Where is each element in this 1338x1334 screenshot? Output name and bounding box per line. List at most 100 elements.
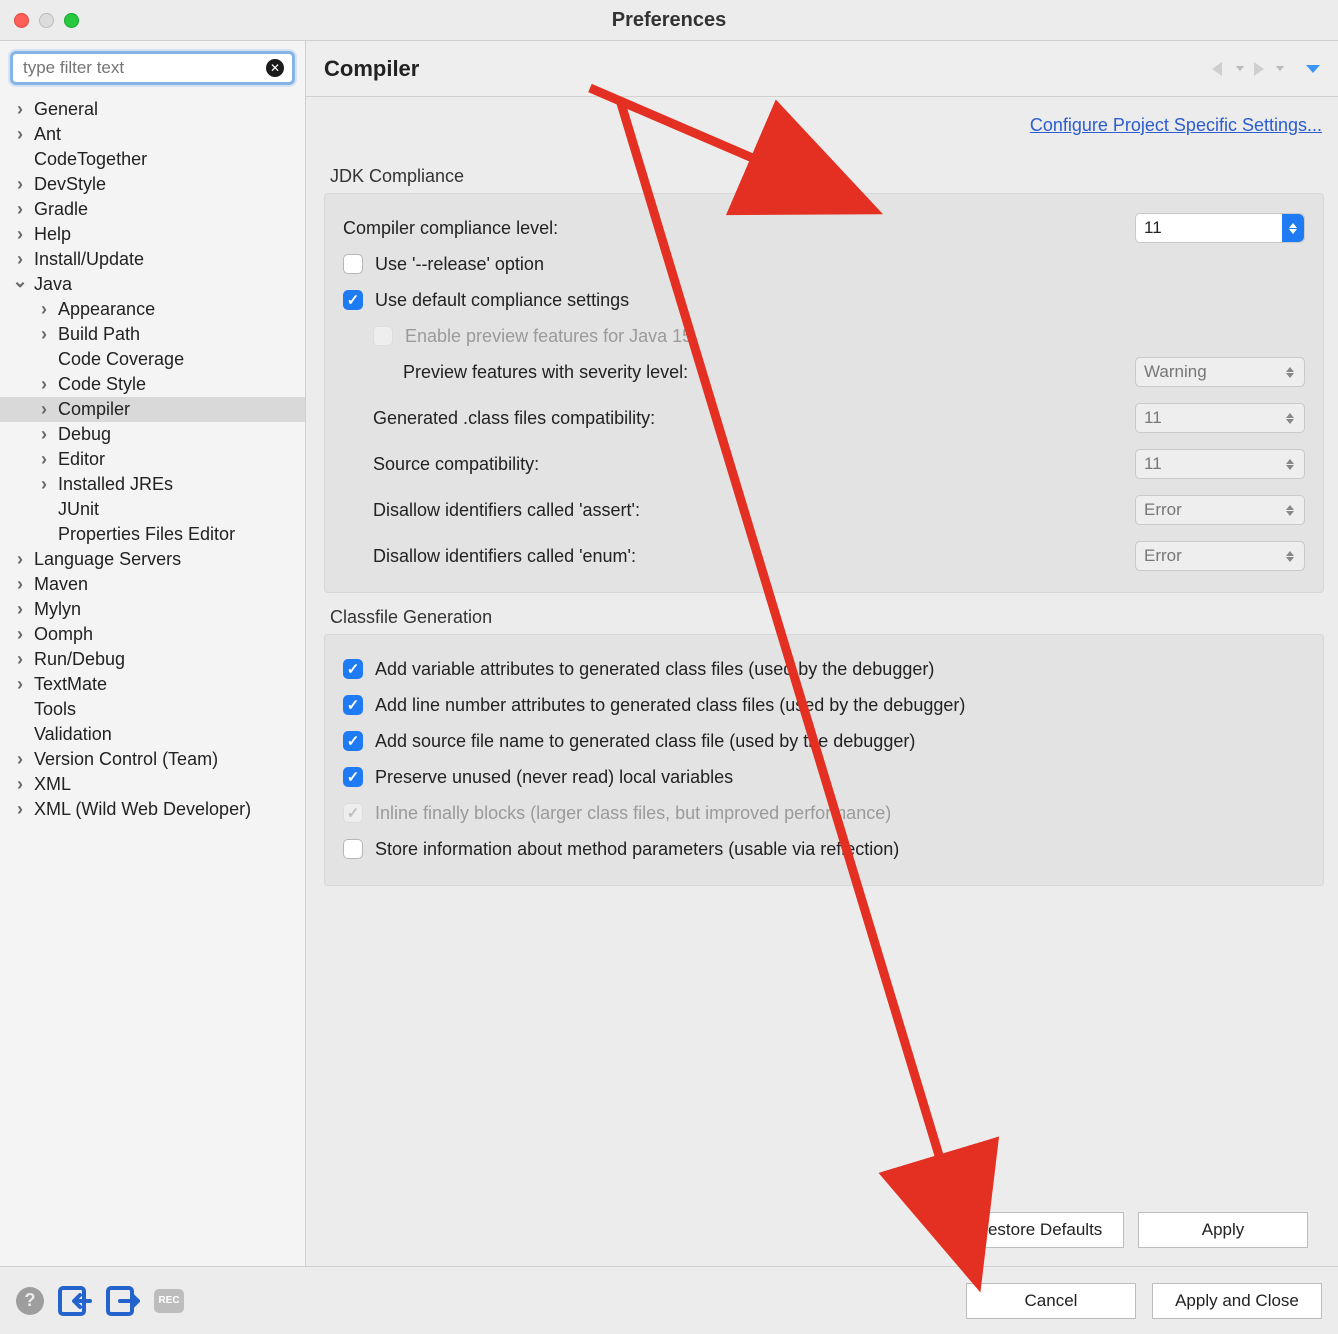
tree-item-label: Maven [34,574,88,595]
tree-item[interactable]: XML [0,772,305,797]
expand-icon[interactable] [36,399,52,420]
source-attr-checkbox[interactable] [343,731,363,751]
export-icon[interactable] [106,1286,140,1316]
tree-item[interactable]: Ant [0,122,305,147]
back-menu-icon[interactable] [1236,66,1244,71]
restore-defaults-button[interactable]: Restore Defaults [954,1212,1124,1248]
tree-item[interactable]: Language Servers [0,547,305,572]
window-title: Preferences [0,9,1338,32]
tree-item-label: General [34,99,98,120]
tree-item[interactable]: Appearance [0,297,305,322]
tree-item[interactable]: Installed JREs [0,472,305,497]
expand-icon[interactable] [12,599,28,620]
tree-item-label: Tools [34,699,76,720]
tree-item[interactable]: Build Path [0,322,305,347]
expand-icon[interactable] [12,99,28,120]
apply-button[interactable]: Apply [1138,1212,1308,1248]
tree-item[interactable]: Maven [0,572,305,597]
tree-item[interactable]: Tools [0,697,305,722]
help-icon[interactable]: ? [16,1287,44,1315]
expand-icon[interactable] [36,449,52,470]
tree-item-label: Compiler [58,399,130,420]
expand-icon[interactable] [12,799,28,820]
source-attr-label: Add source file name to generated class … [375,731,915,752]
expand-icon[interactable] [12,274,28,295]
severity-select: Warning [1135,357,1305,387]
expand-icon[interactable] [12,124,28,145]
severity-value: Warning [1144,362,1207,382]
tree-item-label: Ant [34,124,61,145]
tree-item[interactable]: TextMate [0,672,305,697]
gen-class-select: 11 [1135,403,1305,433]
tree-item[interactable]: Properties Files Editor [0,522,305,547]
expand-icon[interactable] [36,299,52,320]
expand-icon[interactable] [12,199,28,220]
filter-input-wrap[interactable]: ✕ [10,51,295,85]
expand-icon[interactable] [36,424,52,445]
tree-item[interactable]: Oomph [0,622,305,647]
back-icon[interactable] [1208,60,1230,78]
tree-item[interactable]: Java [0,272,305,297]
tree-item[interactable]: General [0,97,305,122]
tree-item[interactable]: Mylyn [0,597,305,622]
tree-item[interactable]: Version Control (Team) [0,747,305,772]
filter-input[interactable] [21,57,266,79]
tree-item-label: Properties Files Editor [58,524,235,545]
tree-item[interactable]: Validation [0,722,305,747]
expand-icon[interactable] [36,374,52,395]
line-attr-checkbox[interactable] [343,695,363,715]
project-settings-link[interactable]: Configure Project Specific Settings... [1030,115,1322,135]
cancel-button[interactable]: Cancel [966,1283,1136,1319]
expand-icon[interactable] [36,324,52,345]
expand-icon[interactable] [12,549,28,570]
tree-item[interactable]: DevStyle [0,172,305,197]
tree-item[interactable]: Code Style [0,372,305,397]
tree-item[interactable]: Editor [0,447,305,472]
tree-item[interactable]: Compiler [0,397,305,422]
preferences-tree[interactable]: General AntCodeTogetherDevStyleGradleHelp… [0,93,305,1266]
tree-item[interactable]: XML (Wild Web Developer) [0,797,305,822]
default-compliance-checkbox[interactable] [343,290,363,310]
var-attr-label: Add variable attributes to generated cla… [375,659,934,680]
import-icon[interactable] [58,1286,92,1316]
tree-item-label: Version Control (Team) [34,749,218,770]
preserve-unused-checkbox[interactable] [343,767,363,787]
tree-item[interactable]: Debug [0,422,305,447]
tree-item[interactable]: Gradle [0,197,305,222]
tree-item[interactable]: Run/Debug [0,647,305,672]
classfile-group-label: Classfile Generation [330,607,1324,628]
expand-icon[interactable] [12,174,28,195]
tree-item-label: Run/Debug [34,649,125,670]
tree-item-label: Oomph [34,624,93,645]
var-attr-checkbox[interactable] [343,659,363,679]
tree-item[interactable]: CodeTogether [0,147,305,172]
tree-item[interactable]: Install/Update [0,247,305,272]
expand-icon[interactable] [12,774,28,795]
jdk-group-label: JDK Compliance [330,166,1324,187]
release-option-checkbox[interactable] [343,254,363,274]
forward-menu-icon[interactable] [1276,66,1284,71]
expand-icon[interactable] [12,674,28,695]
compliance-level-select[interactable]: 11 [1135,213,1305,243]
record-icon[interactable]: REC [154,1289,184,1313]
inline-finally-label: Inline finally blocks (larger class file… [375,803,891,824]
expand-icon[interactable] [12,749,28,770]
classfile-group: Add variable attributes to generated cla… [324,634,1324,886]
apply-and-close-button[interactable]: Apply and Close [1152,1283,1322,1319]
tree-item[interactable]: Help [0,222,305,247]
expand-icon[interactable] [12,574,28,595]
store-params-checkbox[interactable] [343,839,363,859]
tree-item[interactable]: JUnit [0,497,305,522]
expand-icon[interactable] [12,624,28,645]
view-menu-icon[interactable] [1306,65,1320,73]
tree-item-label: Validation [34,724,112,745]
forward-icon[interactable] [1248,60,1270,78]
footer: ? REC Cancel Apply and Close [0,1266,1338,1334]
expand-icon[interactable] [12,249,28,270]
expand-icon[interactable] [12,649,28,670]
tree-item[interactable]: Code Coverage [0,347,305,372]
clear-filter-icon[interactable]: ✕ [266,59,284,77]
sidebar: ✕ General AntCodeTogetherDevStyleGradleHe… [0,41,306,1266]
expand-icon[interactable] [36,474,52,495]
expand-icon[interactable] [12,224,28,245]
